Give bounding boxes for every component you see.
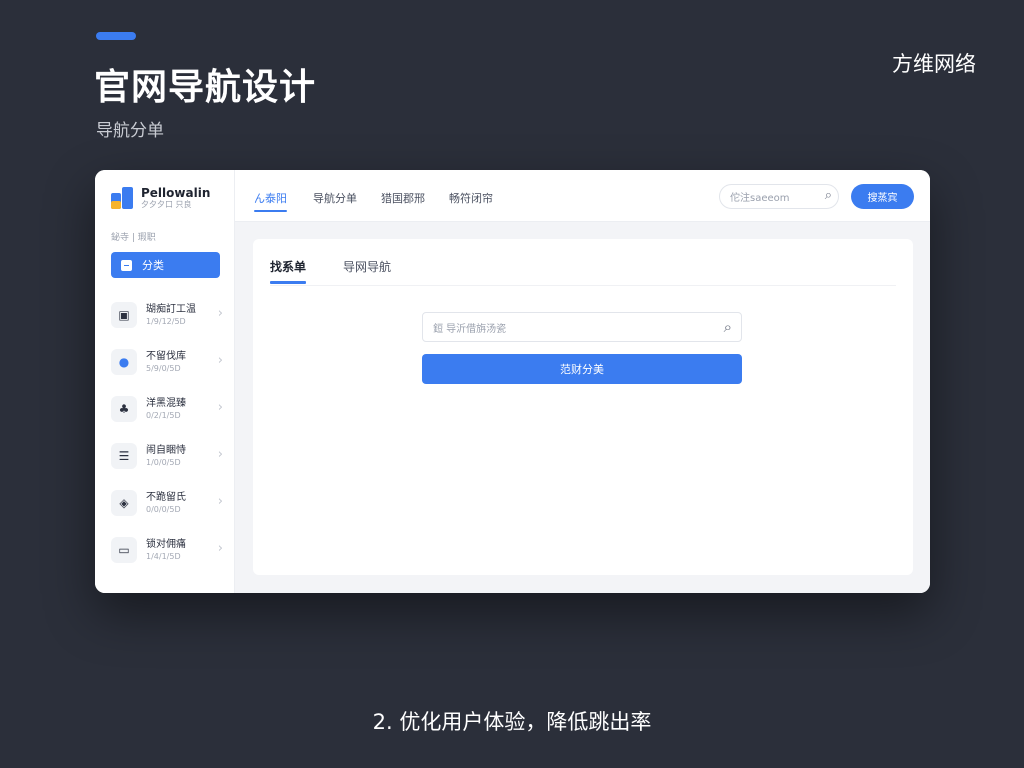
search-icon[interactable]: ⌕: [825, 188, 832, 203]
content-card: 找系单 导网导航 鋀 导沂借旃汤瓷 ⌕ 范财分美: [253, 239, 913, 575]
primary-button[interactable]: 范财分美: [422, 354, 742, 384]
top-search-input[interactable]: 佗注saeeom ⌕: [719, 184, 839, 209]
sidebar-item-sub: 1/0/0/5D: [146, 457, 181, 467]
circle-dot-icon: ●: [111, 348, 137, 375]
chevron-right-icon: ›: [217, 447, 223, 462]
sidebar-item-name: 闹自睏恃: [146, 444, 186, 456]
sidebar-list: ▣ 瑚痴訂工温 1/9/12/5D › ● 不留伐库 5/9/0/5D › ♣ …: [111, 291, 223, 573]
nav-tab[interactable]: 导航分单: [313, 190, 357, 206]
top-nav: ん泰阳 导航分单 猎国郡邢 畅符闭帘 佗注saeeom ⌕ 搜蒸宾: [235, 170, 930, 222]
list-icon: ☰: [111, 442, 137, 469]
people-icon: ♣: [111, 395, 137, 422]
chevron-right-icon: ›: [217, 353, 223, 368]
slide-caption: 2. 优化用户体验，降低跳出率: [372, 710, 652, 734]
divider: [270, 285, 896, 286]
sidebar-item[interactable]: ◈ 不跪留氏 0/0/0/5D ›: [111, 479, 223, 526]
sidebar-item[interactable]: ▭ 锁对佣痛 1/4/1/5D ›: [111, 526, 223, 573]
top-action-button[interactable]: 搜蒸宾: [851, 184, 914, 209]
nav-tab[interactable]: 猎国郡邢: [381, 190, 425, 206]
logo-tagline: 夕夕夕口 只良: [141, 200, 192, 209]
sidebar-item-sub: 1/4/1/5D: [146, 551, 181, 561]
sidebar-item[interactable]: ▣ 瑚痴訂工温 1/9/12/5D ›: [111, 291, 223, 338]
logo-name: Pellowalin: [141, 186, 211, 200]
website-mockup: Pellowalin 夕夕夕口 只良 鉍寺 | 瑕职 分类 ▣ 瑚痴訂工温 1/…: [95, 170, 930, 593]
location-icon: ◈: [111, 489, 137, 516]
sidebar-item[interactable]: ☰ 闹自睏恃 1/0/0/5D ›: [111, 432, 223, 479]
chevron-right-icon: ›: [217, 494, 223, 509]
chevron-right-icon: ›: [217, 306, 223, 321]
logo[interactable]: Pellowalin 夕夕夕口 只良: [111, 186, 210, 210]
top-search-placeholder: 佗注saeeom: [730, 193, 790, 204]
chevron-right-icon: ›: [217, 541, 223, 556]
sidebar-item-name: 洋黑混臻: [146, 397, 186, 409]
sidebar-item-name: 锁对佣痛: [146, 538, 186, 550]
card-tab[interactable]: 找系单: [270, 258, 307, 284]
sidebar-item-sub: 1/9/12/5D: [146, 316, 186, 326]
slide-title: 官网导航设计: [94, 67, 317, 108]
chevron-right-icon: ›: [217, 400, 223, 415]
sidebar: Pellowalin 夕夕夕口 只良 鉍寺 | 瑕职 分类 ▣ 瑚痴訂工温 1/…: [95, 170, 235, 593]
sidebar-item[interactable]: ● 不留伐库 5/9/0/5D ›: [111, 338, 223, 385]
accent-bar: [96, 32, 136, 40]
sidebar-item[interactable]: ♣ 洋黑混臻 0/2/1/5D ›: [111, 385, 223, 432]
search-input[interactable]: 鋀 导沂借旃汤瓷 ⌕: [422, 312, 742, 342]
sidebar-item-sub: 0/2/1/5D: [146, 410, 181, 420]
inbox-icon: ▣: [111, 301, 137, 328]
nav-tab[interactable]: 畅符闭帘: [449, 190, 493, 206]
sidebar-item-name: 不留伐库: [146, 350, 186, 362]
sidebar-item-sub: 0/0/0/5D: [146, 504, 181, 514]
card-icon: ▭: [111, 536, 137, 563]
category-icon: [121, 259, 132, 271]
search-placeholder: 鋀 导沂借旃汤瓷: [433, 323, 507, 335]
logo-icon: [111, 187, 133, 209]
sidebar-item-name: 瑚痴訂工温: [146, 303, 196, 315]
sidebar-item-label: 分类: [142, 259, 164, 272]
main-content: 找系单 导网导航 鋀 导沂借旃汤瓷 ⌕ 范财分美: [235, 222, 930, 593]
brand-name: 方维网络: [892, 52, 976, 76]
card-tab[interactable]: 导网导航: [343, 258, 391, 275]
search-icon[interactable]: ⌕: [724, 318, 732, 336]
sidebar-item-sub: 5/9/0/5D: [146, 363, 181, 373]
nav-tab[interactable]: ん泰阳: [254, 190, 287, 212]
sidebar-item-category[interactable]: 分类: [111, 252, 220, 278]
sidebar-item-name: 不跪留氏: [146, 491, 186, 503]
slide-subtitle: 导航分单: [96, 121, 164, 141]
sidebar-section-label: 鉍寺 | 瑕职: [111, 233, 156, 243]
